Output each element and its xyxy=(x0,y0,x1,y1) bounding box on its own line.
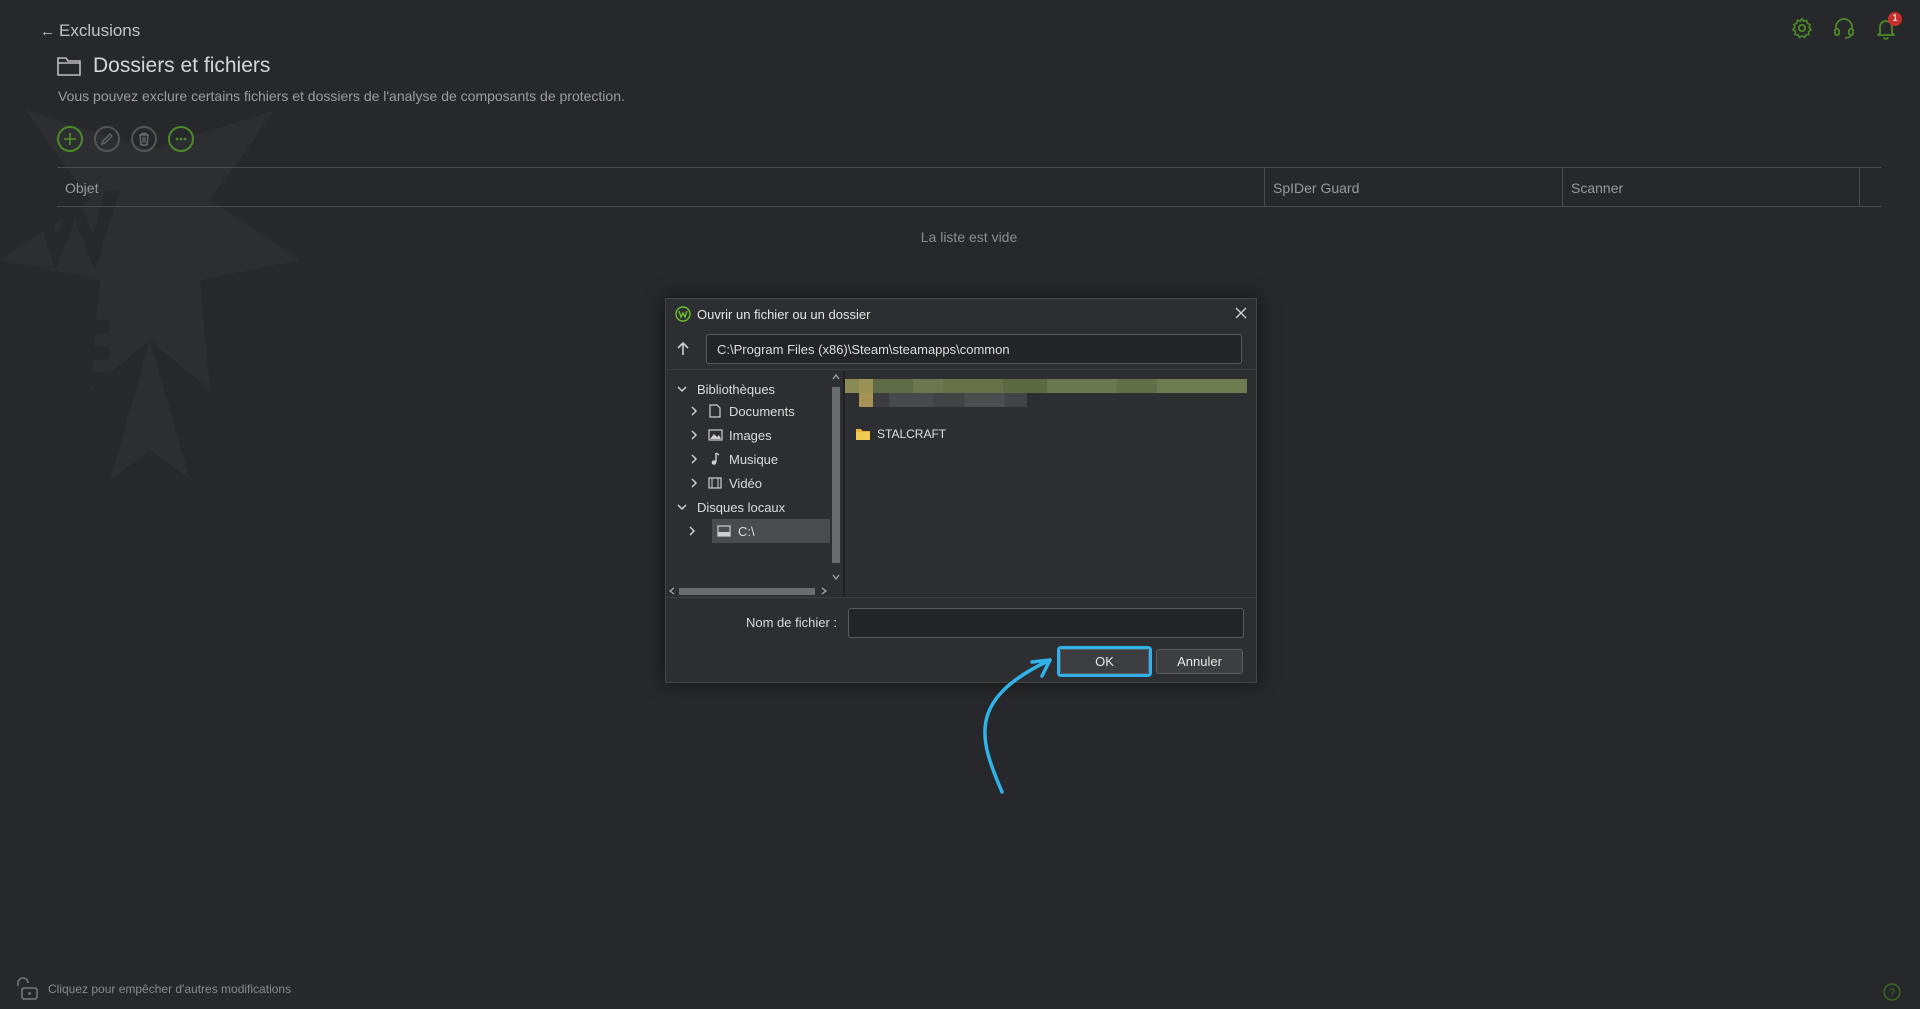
tree-label-drive-c: C:\ xyxy=(738,523,755,539)
app-window: ← Exclusions Dossiers et fichiers Vous p… xyxy=(0,0,1920,1009)
drweb-spider-icon xyxy=(675,306,691,322)
tree-horizontal-scrollbar-thumb[interactable] xyxy=(679,588,815,595)
dialog-separator xyxy=(666,597,1256,598)
back-arrow-icon: ← xyxy=(40,22,55,40)
folder-icon xyxy=(57,57,81,76)
dialog-title: Ouvrir un fichier ou un dossier xyxy=(697,306,871,322)
pixelated-item-row xyxy=(845,393,1027,407)
svg-text:?: ? xyxy=(1889,987,1895,999)
edit-button[interactable] xyxy=(94,126,120,152)
exclusions-toolbar xyxy=(57,126,194,152)
cancel-button[interactable]: Annuler xyxy=(1156,649,1243,674)
column-header-object[interactable]: Objet xyxy=(57,168,1264,206)
chevron-down-icon[interactable] xyxy=(675,500,689,514)
open-file-dialog: Ouvrir un fichier ou un dossier Bibl xyxy=(665,298,1257,683)
file-item-folder[interactable]: STALCRAFT xyxy=(855,427,946,441)
lock-text: Cliquez pour empêcher d'autres modificat… xyxy=(48,982,292,996)
back-link[interactable]: ← Exclusions xyxy=(40,21,140,41)
page-title-row: Dossiers et fichiers xyxy=(57,54,270,78)
spider-watermark-icon xyxy=(0,110,300,480)
chevron-down-icon[interactable] xyxy=(675,382,689,396)
image-icon xyxy=(707,427,723,443)
back-label: Exclusions xyxy=(59,21,141,40)
tree-item-local-disks[interactable]: Disques locaux xyxy=(675,495,785,519)
chevron-right-icon[interactable] xyxy=(687,452,701,466)
tree-item-music[interactable]: Musique xyxy=(687,447,778,471)
tree-label-local-disks: Disques locaux xyxy=(697,499,786,515)
arrow-up-icon xyxy=(677,341,689,355)
add-icon xyxy=(64,133,76,145)
tree-vertical-scrollbar[interactable] xyxy=(830,371,842,585)
music-note-icon xyxy=(707,451,723,467)
document-icon xyxy=(707,403,723,419)
page-subtitle: Vous pouvez exclure certains fichiers et… xyxy=(58,88,625,104)
folder-tree: Bibliothèques Documents Images Musique V… xyxy=(667,371,843,597)
help-icon[interactable]: ? xyxy=(1882,982,1902,1007)
column-header-spider-guard[interactable]: SpIDer Guard xyxy=(1264,168,1562,206)
lock-settings-link[interactable]: Cliquez pour empêcher d'autres modificat… xyxy=(14,977,291,1001)
more-icon xyxy=(175,137,187,141)
headset-icon[interactable] xyxy=(1832,16,1856,40)
edit-icon xyxy=(100,133,113,146)
tree-item-drive-c-chevron[interactable] xyxy=(687,519,697,543)
tree-label-music: Musique xyxy=(729,451,779,467)
filename-input[interactable] xyxy=(848,608,1244,638)
filename-label: Nom de fichier : xyxy=(746,615,838,630)
exclusions-table-header: Objet SpIDer Guard Scanner xyxy=(57,167,1881,207)
tree-horizontal-scrollbar[interactable] xyxy=(667,585,830,597)
up-folder-button[interactable] xyxy=(674,340,692,358)
page-title: Dossiers et fichiers xyxy=(93,54,271,77)
add-button[interactable] xyxy=(57,126,83,152)
tree-item-images[interactable]: Images xyxy=(687,423,772,447)
top-icon-bar: 1 xyxy=(1790,12,1902,40)
tree-label-images: Images xyxy=(729,427,772,443)
ok-button[interactable]: OK xyxy=(1060,649,1149,674)
column-header-scanner[interactable]: Scanner xyxy=(1562,168,1860,206)
bell-icon[interactable]: 1 xyxy=(1874,12,1902,40)
close-icon xyxy=(1235,307,1247,319)
delete-button[interactable] xyxy=(131,126,157,152)
empty-list-message: La liste est vide xyxy=(920,229,1018,245)
unlock-icon xyxy=(17,977,38,1000)
path-row xyxy=(666,331,1256,370)
dialog-close-button[interactable] xyxy=(1235,305,1247,322)
tree-item-video[interactable]: Vidéo xyxy=(687,471,762,495)
tree-item-libraries[interactable]: Bibliothèques xyxy=(675,377,775,401)
chevron-right-icon[interactable] xyxy=(687,524,697,538)
file-name: STALCRAFT xyxy=(877,427,947,441)
chevron-right-icon[interactable] xyxy=(687,404,701,418)
dialog-titlebar: Ouvrir un fichier ou un dossier xyxy=(666,299,1256,329)
folder-icon xyxy=(856,428,870,440)
tree-label-video: Vidéo xyxy=(729,475,763,491)
file-list: STALCRAFT xyxy=(845,371,1255,597)
pixelated-item-row xyxy=(845,379,1247,393)
path-input[interactable] xyxy=(706,334,1242,364)
more-button[interactable] xyxy=(168,126,194,152)
tree-item-documents[interactable]: Documents xyxy=(687,399,795,423)
tree-label-documents: Documents xyxy=(729,403,795,419)
drive-icon xyxy=(716,523,732,539)
gear-icon[interactable] xyxy=(1790,16,1814,40)
tree-item-drive-c[interactable]: C:\ xyxy=(712,519,830,543)
delete-icon xyxy=(139,132,149,146)
chevron-right-icon[interactable] xyxy=(687,428,701,442)
chevron-right-icon[interactable] xyxy=(687,476,701,490)
notification-badge: 1 xyxy=(1888,12,1902,26)
film-icon xyxy=(707,475,723,491)
tree-label-libraries: Bibliothèques xyxy=(697,381,776,397)
tree-vertical-scrollbar-thumb[interactable] xyxy=(832,387,840,563)
